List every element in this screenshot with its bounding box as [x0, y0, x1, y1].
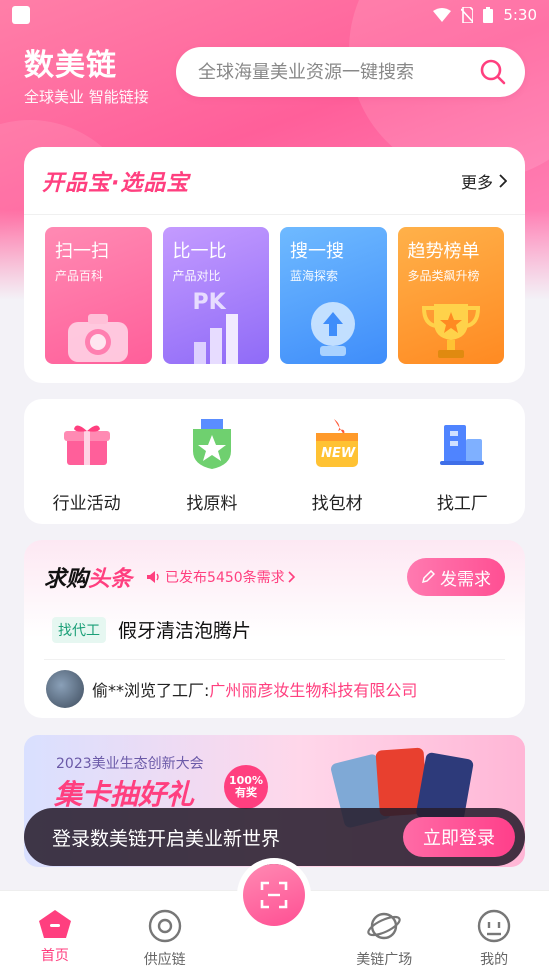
new-badge: NEW: [321, 446, 356, 461]
category-card: 行业活动 找原料 NEW 找包材 找工厂: [24, 399, 525, 524]
tile-title: 比一比: [172, 241, 227, 262]
category-label: 找工厂: [436, 494, 488, 514]
category-label: 找包材: [311, 494, 363, 514]
search-icon[interactable]: [479, 58, 507, 86]
chevron-right-icon: [499, 173, 507, 188]
crystal-ball-icon: [311, 302, 356, 356]
tile-search[interactable]: 搜一搜 蓝海探索: [280, 227, 387, 364]
notification-icon: [12, 6, 30, 24]
no-sim-icon: [461, 7, 474, 23]
request-tag: 找代工: [52, 616, 106, 643]
factory-name[interactable]: 广州丽彦妆生物科技有限公司: [209, 677, 417, 701]
search-input[interactable]: [198, 61, 479, 83]
request-item[interactable]: 找代工 假牙清洁泡腾片: [24, 596, 525, 643]
search-bar[interactable]: [176, 47, 525, 97]
product-tools-title: 开品宝·选品宝: [42, 170, 190, 196]
tab-label: 美链广场: [356, 952, 413, 968]
browse-record[interactable]: 偷**浏览了工厂: 广州丽彦妆生物科技有限公司: [24, 660, 525, 708]
request-headlines-card: 求购头条 已发布5450条需求 发需求 找代工 假牙清洁泡腾片 偷**浏览了工厂…: [24, 540, 525, 718]
more-label: 更多: [460, 172, 493, 192]
request-text: 假牙清洁泡腾片: [118, 620, 252, 642]
battery-icon: [483, 7, 494, 23]
avatar: [46, 670, 84, 708]
tile-subtitle: 产品对比: [172, 269, 221, 283]
request-count-text: 已发布5450条需求: [165, 570, 285, 586]
request-headlines-title: 求购头条: [44, 561, 132, 593]
tab-label: 首页: [40, 948, 69, 964]
status-bar: 5:30: [0, 0, 549, 30]
user-face-icon: [477, 909, 511, 943]
more-link[interactable]: 更多: [461, 169, 507, 193]
request-count[interactable]: 已发布5450条需求: [146, 567, 296, 587]
category-raw-materials[interactable]: 找原料: [157, 417, 267, 524]
tile-scan[interactable]: 扫一扫 产品百科: [45, 227, 152, 364]
wifi-icon: [433, 8, 452, 22]
login-button[interactable]: 立即登录: [403, 817, 515, 857]
login-prompt-text: 登录数美链开启美业新世界: [52, 827, 281, 850]
category-factory[interactable]: 找工厂: [407, 417, 517, 524]
tile-subtitle: 蓝海探索: [290, 269, 339, 283]
trophy-icon: [421, 304, 480, 358]
chevron-right-icon: [288, 571, 295, 583]
tab-home[interactable]: 首页: [0, 891, 110, 976]
target-icon: [148, 909, 181, 943]
home-icon: [38, 910, 71, 938]
badge-line-2: 有奖: [234, 786, 257, 799]
tab-label: 我的: [480, 952, 509, 968]
post-request-label: 发需求: [440, 569, 491, 590]
tile-subtitle: 产品百科: [55, 269, 104, 283]
title-part-1: 求购: [44, 567, 89, 592]
planet-icon: [367, 912, 401, 940]
brand: 数美链 全球美业 智能链接: [24, 40, 149, 107]
tile-subtitle: 多品类飙升榜: [407, 269, 480, 283]
tile-title: 搜一搜: [290, 241, 344, 262]
tile-title: 趋势榜单: [407, 241, 480, 262]
scan-icon: [260, 881, 288, 909]
tab-me[interactable]: 我的: [439, 891, 549, 976]
pk-badge: PK: [192, 290, 226, 315]
building-icon: [440, 425, 485, 465]
gift-icon: [63, 425, 110, 465]
category-label: 找原料: [186, 494, 238, 514]
banner-event-name: 2023美业生态创新大会: [56, 756, 204, 772]
tile-title: 扫一扫: [55, 241, 109, 262]
category-industry-events[interactable]: 行业活动: [32, 417, 142, 524]
login-prompt-bar: 登录数美链开启美业新世界 立即登录: [24, 808, 525, 866]
browse-prefix: 偷**浏览了工厂:: [92, 681, 210, 700]
tile-compare[interactable]: 比一比 产品对比 PK: [162, 227, 269, 364]
pencil-icon: [421, 570, 435, 584]
camera-icon: [68, 314, 129, 362]
brand-subtitle: 全球美业 智能链接: [24, 88, 149, 106]
tile-trend[interactable]: 趋势榜单 多品类飙升榜: [397, 227, 504, 364]
category-label: 行业活动: [52, 494, 121, 514]
product-tools-card: 开品宝·选品宝 更多 扫一扫 产品百科 比一比 产品对比 PK 搜一搜 蓝海探索: [24, 147, 525, 383]
scan-button[interactable]: [243, 864, 305, 926]
badge-line-1: 100%: [229, 773, 263, 787]
banner-headline: 集卡抽好礼: [54, 778, 195, 811]
new-box-icon: [316, 419, 359, 467]
tab-label: 供应链: [143, 952, 186, 968]
clock: 5:30: [503, 6, 537, 24]
post-request-button[interactable]: 发需求: [407, 558, 505, 596]
title-part-2: 头条: [88, 567, 133, 592]
tab-plaza[interactable]: 美链广场: [329, 891, 439, 976]
category-packaging[interactable]: NEW 找包材: [282, 417, 392, 524]
tab-supply-chain[interactable]: 供应链: [110, 891, 220, 976]
star-badge-icon: [192, 419, 231, 469]
banner-badge: 100% 有奖: [224, 765, 268, 809]
brand-title: 数美链: [24, 48, 117, 83]
speaker-icon: [147, 571, 159, 583]
